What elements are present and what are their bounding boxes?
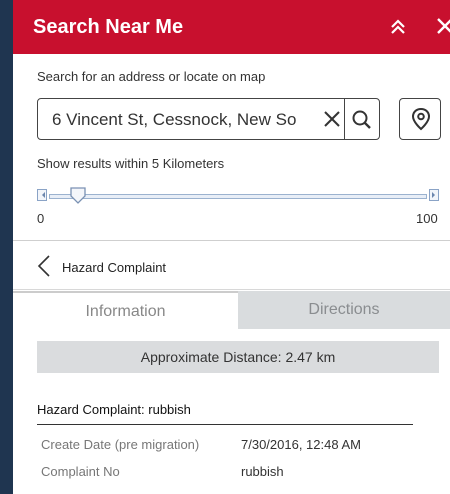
address-search-box: 6 Vincent St, Cessnock, New So	[37, 98, 380, 140]
panel-header: Search Near Me	[13, 0, 450, 54]
search-near-me-panel: Search Near Me Search for an address or …	[13, 0, 450, 494]
location-pin-icon	[411, 107, 431, 131]
slider-thumb[interactable]	[69, 187, 87, 205]
slider-min-label: 0	[37, 211, 45, 226]
field-value: rubbish	[241, 464, 284, 479]
search-separator	[344, 99, 345, 139]
back-to-layer-button[interactable]: Hazard Complaint	[13, 241, 450, 289]
search-label: Search for an address or locate on map	[37, 69, 266, 84]
address-search-input[interactable]: 6 Vincent St, Cessnock, New So	[52, 110, 320, 130]
locate-on-map-button[interactable]	[399, 98, 441, 140]
slider-max-label: 100	[416, 211, 438, 226]
tab-directions[interactable]: Directions	[238, 291, 450, 329]
tab-information[interactable]: Information	[13, 291, 238, 329]
radius-label: Show results within 5 Kilometers	[37, 156, 225, 171]
search-icon[interactable]	[350, 108, 374, 132]
field-label: Create Date (pre migration)	[41, 437, 200, 452]
approximate-distance: Approximate Distance: 2.47 km	[37, 341, 439, 373]
close-icon[interactable]	[433, 14, 450, 38]
divider	[37, 424, 413, 425]
clear-search-icon[interactable]	[322, 109, 342, 129]
panel-title: Search Near Me	[33, 16, 184, 38]
slider-increment-button[interactable]	[429, 189, 439, 201]
slider-track[interactable]	[49, 194, 427, 199]
chevron-left-icon	[37, 255, 50, 277]
double-chevron-up-icon[interactable]	[387, 16, 409, 38]
field-label: Complaint No	[41, 464, 120, 479]
feature-title: Hazard Complaint: rubbish	[37, 402, 191, 417]
back-label: Hazard Complaint	[62, 260, 167, 275]
radius-slider[interactable]	[37, 187, 439, 207]
slider-decrement-button[interactable]	[37, 189, 47, 201]
divider	[13, 289, 450, 290]
field-value: 7/30/2016, 12:48 AM	[241, 437, 361, 452]
